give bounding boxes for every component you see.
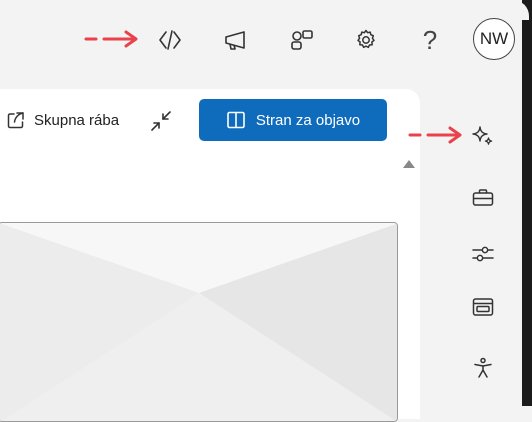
page-design-button[interactable] — [468, 292, 498, 322]
announcement-icon — [225, 31, 245, 50]
sliders-icon — [472, 246, 494, 262]
avatar-initials: NW — [479, 29, 509, 48]
scroll-up-arrow-icon[interactable] — [403, 160, 415, 168]
settings-icon — [357, 29, 375, 49]
layout-icon — [472, 298, 494, 316]
help-button[interactable]: ? — [412, 22, 448, 58]
help-icon: ? — [422, 24, 438, 55]
apps-button[interactable] — [284, 22, 320, 58]
settings-button[interactable] — [348, 22, 384, 58]
image-placeholder[interactable] — [0, 222, 398, 422]
window-frame-edge — [522, 0, 532, 406]
accessibility-icon — [474, 357, 492, 378]
collapse-button[interactable] — [148, 108, 174, 139]
avatar[interactable]: NW — [473, 18, 515, 60]
placeholder-background — [0, 223, 397, 421]
announcement-button[interactable] — [218, 22, 254, 58]
collapse-icon — [151, 111, 171, 131]
accessibility-button[interactable] — [468, 353, 498, 383]
embed-code-icon — [159, 30, 181, 50]
apps-icon — [291, 30, 313, 50]
share-button[interactable]: Skupna rába — [6, 110, 119, 130]
annotation-arrow-icon — [84, 30, 138, 48]
publish-page-button[interactable]: Stran za objavo — [199, 99, 387, 141]
copilot-button[interactable] — [468, 121, 498, 151]
publish-label: Stran za objavo — [255, 111, 361, 129]
share-label: Skupna rába — [34, 111, 120, 129]
top-bar: ? NW — [0, 0, 522, 80]
annotation-arrow-icon — [408, 126, 462, 144]
embed-code-button[interactable] — [152, 22, 188, 58]
briefcase-icon — [472, 189, 494, 206]
book-icon — [227, 111, 245, 129]
properties-button[interactable] — [468, 239, 498, 269]
copilot-sparkle-icon — [472, 126, 493, 145]
share-icon — [7, 112, 24, 129]
toolbox-button[interactable] — [468, 183, 498, 213]
